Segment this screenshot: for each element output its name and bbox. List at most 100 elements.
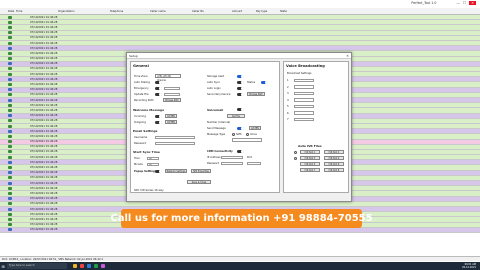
send-message-toggle[interactable] [237,127,244,130]
ivr-slot-button[interactable]: IVR Slot 1 [300,150,320,154]
time-zone-select[interactable]: (UTC+05:30) Chennai [155,74,181,82]
file-explorer-icon[interactable] [73,264,77,268]
minute-input[interactable]: 00 [147,162,159,166]
voicemail-title: Voicemail [207,108,224,112]
row-datetime: 07/19/2021 01:46:28 [30,202,58,206]
dialer-input[interactable] [294,98,314,102]
browse-button[interactable]: Browse Path [163,98,181,102]
ivr-slot-button[interactable]: IVR Slot 3 [300,156,320,160]
column-header[interactable]: Caller No [192,10,204,13]
sms-radio[interactable] [232,133,235,136]
message-icon [8,171,12,175]
auto-sync-toggle[interactable] [237,81,244,84]
dialer-input[interactable] [294,104,314,108]
voicemail-text-input[interactable] [232,138,262,142]
update-file-toggle[interactable] [155,93,162,96]
save-close-button[interactable]: Save & Close [187,180,211,184]
windows-start-icon[interactable]: ⊞ [0,262,6,270]
secondary-device-toggle[interactable] [237,93,244,96]
ivr-slot-button[interactable]: IVR Slot 6 [324,162,344,166]
incoming-toggle[interactable] [155,115,162,118]
hour-label: Hour [134,157,141,160]
port-input[interactable] [247,161,261,165]
row-datetime: 07/19/2021 01:46:28 [30,176,58,180]
storage-alert-toggle[interactable] [237,75,244,78]
crm-title: CRM Connectivity [207,150,233,153]
column-header[interactable]: Time [16,10,22,13]
app-icon[interactable] [94,264,98,268]
ivr-slot-button[interactable]: IVR Slot 4 [324,156,344,160]
maximize-button[interactable]: ☐ [463,1,466,5]
crm-password-input[interactable] [221,161,243,165]
ivr-slot-button[interactable]: IVR Slot 8 [324,168,344,172]
ivr-radio-2[interactable] [294,157,297,160]
auto-dialing-toggle[interactable] [155,81,162,84]
dialer-label: 6 [287,111,289,115]
outgoing-listen-button[interactable]: LISTEN [165,120,177,124]
column-header[interactable]: Date [8,10,14,13]
set-file-button[interactable]: Set File [227,114,245,118]
voicemail-toggle[interactable] [237,108,244,111]
column-header[interactable]: Amount [232,10,242,13]
edge-icon[interactable] [87,264,91,268]
phone-call-icon [8,186,12,190]
app-icon-2[interactable] [101,264,105,268]
ip-address-input[interactable] [221,155,243,159]
dialer-input[interactable] [294,85,314,89]
username-input[interactable] [155,135,195,139]
dialer-input[interactable] [294,91,314,95]
ivr-slot-button[interactable]: IVR Slot 5 [300,162,320,166]
phone-call-icon [8,83,12,87]
network-settings-button[interactable]: Network Settings [165,169,187,173]
contact-banner-text: Call us for more information +91 98884-7… [110,213,373,224]
phone-call-icon [8,93,12,97]
dialer-input[interactable] [294,111,314,115]
column-header[interactable]: Organization [58,10,75,13]
ivr-slot-button[interactable]: IVR Slot 7 [300,168,320,172]
dialer-label: 7 [287,118,289,121]
voicemail-listen-button[interactable]: LISTEN [249,126,261,130]
popup-toggle[interactable] [155,170,162,173]
update-file-input[interactable] [164,92,180,96]
column-header[interactable]: State [280,10,287,13]
voice-radio[interactable] [246,133,249,136]
dialer-input[interactable] [294,117,314,121]
status-toggle[interactable] [261,81,268,84]
taskbar-search-input[interactable]: Type here to search [7,263,67,269]
email-title: Email Settings [133,129,158,133]
status-bar: Port: COM10_ Location: 20/07/2021 06:51_… [0,256,480,261]
sim-properties-button[interactable]: SIM Properties [191,169,211,173]
email-password-input[interactable] [155,141,195,145]
close-button[interactable]: ✕ [469,0,476,5]
ivr-radio-1[interactable] [294,151,297,154]
dialog-close-icon[interactable]: ✕ [346,54,349,58]
row-datetime: 07/19/2021 01:46:28 [30,119,58,123]
auto-login-label: Auto Login [207,87,221,90]
browse-path-button[interactable]: Browse Path [247,92,265,96]
row-datetime: 07/19/2021 01:46:28 [30,72,58,76]
emergency-label: Emergency [134,87,149,90]
incoming-listen-button[interactable]: LISTEN [165,114,177,118]
crm-toggle[interactable] [237,150,244,153]
ivr-slot-button[interactable]: IVR Slot 2 [324,150,344,154]
row-datetime: 07/19/2021 01:46:28 [30,181,58,185]
row-datetime: 07/19/2021 01:46:28 [30,191,58,195]
voice-broadcast-title: Voice Broadcasting [286,64,325,68]
minimize-button[interactable]: — [456,1,460,5]
column-header[interactable]: Caller name [150,10,166,13]
dialer-input[interactable] [294,78,314,82]
emergency-input[interactable] [164,86,180,90]
column-header[interactable]: Telephone [110,10,123,13]
broadcast-settings-label: Broadcast Settings [287,72,312,75]
message-icon [8,77,12,81]
outgoing-toggle[interactable] [155,121,162,124]
auto-login-toggle[interactable] [237,87,244,90]
chrome-icon[interactable] [80,264,84,268]
emergency-toggle[interactable] [155,87,162,90]
row-datetime: 07/19/2021 01:46:28 [30,124,58,128]
phone-call-icon [8,217,12,221]
hour-input[interactable]: 00 [147,156,159,160]
row-datetime: 07/19/2021 01:46:28 [30,31,58,35]
column-header[interactable]: Pay type [256,10,267,13]
table-row[interactable]: 07/19/2021 01:46:28 [0,227,480,233]
